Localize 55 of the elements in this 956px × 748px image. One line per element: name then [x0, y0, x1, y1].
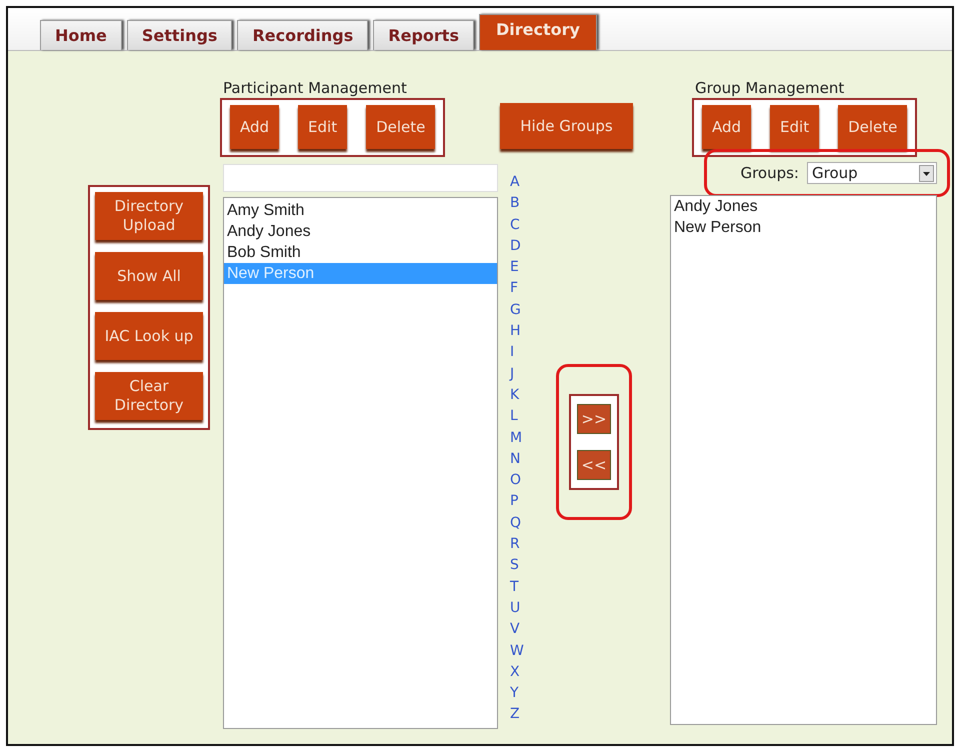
- group-button[interactable]: Delete: [838, 105, 908, 149]
- transfer-button[interactable]: <<: [577, 450, 611, 480]
- letter-link[interactable]: V: [510, 619, 528, 641]
- letter-link[interactable]: H: [510, 321, 528, 342]
- tab[interactable]: Recordings: [237, 20, 368, 50]
- letter-link[interactable]: L: [510, 406, 528, 428]
- groups-dropdown[interactable]: Group: [807, 162, 937, 184]
- letter-link[interactable]: R: [510, 534, 528, 556]
- letter-link[interactable]: T: [510, 576, 528, 598]
- letter-link[interactable]: D: [510, 236, 528, 258]
- hide-groups-button[interactable]: Hide Groups: [500, 103, 633, 149]
- letter-link[interactable]: K: [510, 384, 528, 406]
- letter-link[interactable]: J: [510, 364, 528, 385]
- letter-link[interactable]: I: [510, 342, 528, 364]
- letter-link[interactable]: P: [510, 491, 528, 513]
- letter-link[interactable]: S: [510, 555, 528, 577]
- participant-button[interactable]: Add: [230, 105, 280, 149]
- letter-link[interactable]: Y: [510, 683, 528, 704]
- letter-link[interactable]: N: [510, 448, 528, 470]
- letter-link[interactable]: M: [510, 428, 528, 449]
- section-heading: Group Management: [695, 79, 846, 98]
- list-item[interactable]: New Person: [671, 217, 936, 238]
- list-item[interactable]: Bob Smith: [224, 242, 497, 263]
- directory-button[interactable]: IAC Look up: [95, 312, 203, 360]
- directory-button[interactable]: Directory Upload: [95, 192, 203, 240]
- group-button[interactable]: Add: [702, 105, 752, 149]
- groups-label: Groups:: [740, 164, 799, 182]
- letter-link[interactable]: A: [510, 172, 528, 194]
- letter-link[interactable]: F: [510, 278, 528, 300]
- group-button[interactable]: Edit: [770, 105, 820, 149]
- section-heading: Participant Management: [223, 79, 408, 98]
- tab[interactable]: Home: [40, 20, 122, 50]
- transfer-button[interactable]: >>: [577, 404, 611, 434]
- directory-button[interactable]: Show All: [95, 252, 203, 300]
- directory-button[interactable]: Clear Directory: [95, 372, 203, 420]
- search-field[interactable]: [223, 164, 498, 192]
- list-item[interactable]: Amy Smith: [224, 200, 497, 221]
- tab[interactable]: Settings: [126, 20, 232, 50]
- participant-button[interactable]: Edit: [298, 105, 348, 149]
- letter-link[interactable]: G: [510, 300, 528, 322]
- letter-link[interactable]: X: [510, 662, 528, 684]
- letter-link[interactable]: U: [510, 598, 528, 620]
- letter-link[interactable]: O: [510, 470, 528, 492]
- letter-link[interactable]: W: [510, 640, 528, 662]
- letter-link[interactable]: Q: [510, 512, 528, 534]
- caret-icon: [919, 164, 934, 182]
- letter-link[interactable]: Z: [510, 704, 528, 726]
- participant-button[interactable]: Delete: [366, 105, 436, 149]
- list-item[interactable]: Andy Jones: [224, 221, 497, 242]
- tab[interactable]: Reports: [373, 20, 474, 50]
- tab[interactable]: Directory: [478, 14, 597, 50]
- letter-link[interactable]: E: [510, 257, 528, 278]
- list-item[interactable]: Andy Jones: [671, 196, 936, 217]
- letter-link[interactable]: C: [510, 214, 528, 236]
- letter-link[interactable]: B: [510, 193, 528, 215]
